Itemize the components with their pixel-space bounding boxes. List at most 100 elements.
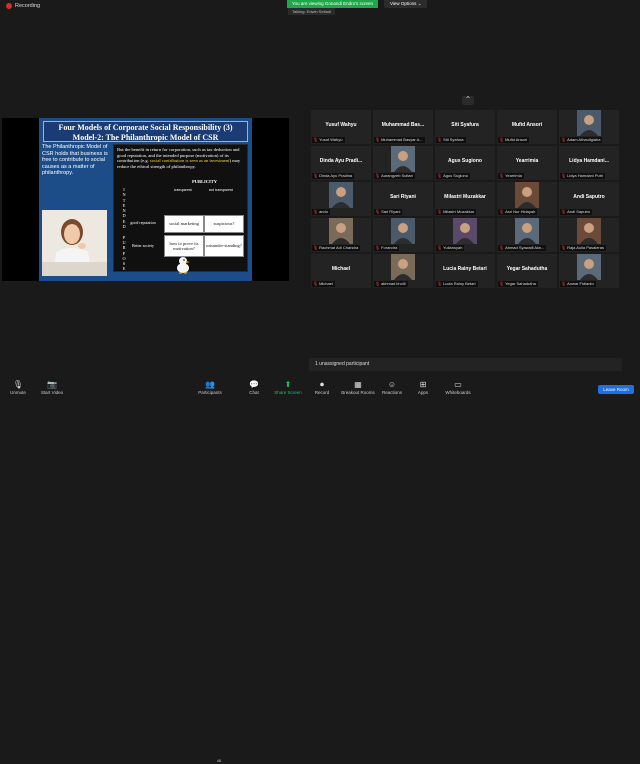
- participant-name: Yegar Sahadutha: [506, 266, 548, 272]
- unmute-label: Unmute: [10, 390, 26, 395]
- participant-label: 🎙 Forandra: [374, 245, 400, 251]
- cell-misunderstanding: misunder-standing?: [204, 235, 244, 257]
- publicity-header: PUBLICITY: [192, 179, 218, 184]
- participant-tile[interactable]: Milastri Muzakkar 🎙 Milastri Muzakkar: [435, 182, 495, 216]
- participant-tile[interactable]: 🎙 Yuliansyah: [435, 218, 495, 252]
- participant-name: Sari Riyani: [390, 194, 416, 200]
- participant-tile[interactable]: 🎙 Asri Nur Hidayah: [497, 182, 557, 216]
- view-options-label: View Options: [390, 1, 417, 6]
- mic-muted-icon: 🎙: [561, 137, 567, 142]
- participant-label-text: Milastri Muzakkar: [443, 209, 475, 214]
- collapse-gallery-button[interactable]: ⌃: [462, 96, 474, 105]
- mic-muted-icon: 🎙: [437, 209, 443, 214]
- mic-muted-icon: 🎙: [499, 209, 505, 214]
- mic-muted-icon: 🎙: [375, 281, 381, 286]
- record-dot-icon: [6, 3, 12, 9]
- participant-label: 🎙 Yearrimia: [498, 173, 524, 179]
- mic-muted-icon: 🎙: [437, 245, 443, 250]
- participant-label: 🎙 Michael: [312, 281, 335, 287]
- participant-tile[interactable]: Yegar Sahadutha 🎙 Yegar Sahadutha: [497, 254, 557, 288]
- participant-tile[interactable]: Lucia Rainy Betari 🎙 Lucia Rainy Betari: [435, 254, 495, 288]
- breakout-rooms-icon: ▦: [354, 380, 362, 389]
- participant-tile[interactable]: 🎙 Forandra: [373, 218, 433, 252]
- participant-tile[interactable]: 🎙 Adam Athaullgiaha: [559, 110, 619, 144]
- participant-name: Michael: [331, 266, 351, 272]
- participant-label-text: Dinda Ayu Pradina: [319, 173, 353, 178]
- reactions-label: Reactions: [381, 390, 402, 395]
- vertical-label-letter: E: [122, 266, 126, 272]
- participant-tile[interactable]: Siti Syafura 🎙 Siti Syafura: [435, 110, 495, 144]
- participant-tile[interactable]: 🎙 Ahmad Syawalli Alw...: [497, 218, 557, 252]
- participants-label: Participants: [198, 390, 222, 395]
- participant-label: 🎙 Sari Riyani: [374, 209, 403, 215]
- participant-label: 🎙 Ahmad Syawalli Alw...: [498, 245, 546, 251]
- participant-label-text: Yuliansyah: [443, 245, 463, 250]
- participants-count: 48: [217, 759, 221, 763]
- mic-muted-icon: 🎙: [437, 137, 443, 142]
- whiteboards-button[interactable]: ▭ Whiteboards: [440, 380, 476, 395]
- participant-name: Yusuf Wahyu: [325, 122, 357, 128]
- participant-label-text: Lidya Hamdani Putri: [567, 173, 604, 178]
- unassigned-participant-banner[interactable]: 1 unassigned participant: [309, 358, 622, 371]
- col-transparent: transparent: [174, 187, 192, 192]
- whiteboards-icon: ▭: [454, 380, 462, 389]
- participant-tile[interactable]: Lidya Hamdani... 🎙 Lidya Hamdani Putri: [559, 146, 619, 180]
- participant-tile[interactable]: Muhammad Bas... 🎙 Muhammad Basyar A...: [373, 110, 433, 144]
- participant-label: 🎙 Anwar Fidianto: [560, 281, 596, 287]
- leave-room-button[interactable]: Leave Room: [598, 385, 634, 394]
- participant-name: Muhammad Bas...: [381, 122, 425, 128]
- participant-tile[interactable]: 🎙 Raja Aulia Pasaleras: [559, 218, 619, 252]
- participant-tile[interactable]: 🎙 akhmad kholil: [373, 254, 433, 288]
- participant-label: 🎙 Aurangzeb Sultan: [374, 173, 415, 179]
- participant-tile[interactable]: 🎙 Aurangzeb Sultan: [373, 146, 433, 180]
- participant-tile[interactable]: Yearrimia 🎙 Yearrimia: [497, 146, 557, 180]
- mic-muted-icon: 🎙: [561, 245, 567, 250]
- participant-video: [515, 218, 539, 244]
- share-screen-button[interactable]: ⬆ Share Screen: [270, 380, 306, 395]
- whiteboards-label: Whiteboards: [445, 390, 471, 395]
- participant-label-text: Adam Athaullgiaha: [567, 137, 601, 142]
- participants-button[interactable]: 👥 Participants: [192, 380, 228, 395]
- slide-right-text: But the benefit in return for corporatio…: [117, 147, 247, 169]
- participant-tile[interactable]: Agus Sugiono 🎙 Agus Sugiono: [435, 146, 495, 180]
- participant-label-text: Lucia Rainy Betari: [443, 281, 476, 286]
- meeting-toolbar: 🎙 Unmute 📷 Start Video 👥 Participants 48…: [0, 378, 640, 763]
- record-button[interactable]: ⏺ Record: [304, 380, 340, 395]
- participant-tile[interactable]: Andi Saputro 🎙 Andi Saputro: [559, 182, 619, 216]
- mic-muted-icon: 🎙: [499, 245, 505, 250]
- slide-right-box: But the benefit in return for corporatio…: [113, 144, 248, 272]
- breakout-rooms-button[interactable]: ▦ Breakout Rooms: [338, 380, 378, 395]
- mic-muted-icon: 🎙: [12, 380, 24, 389]
- mic-muted-icon: 🎙: [313, 281, 319, 286]
- chat-icon: 💬: [249, 380, 259, 389]
- apps-icon: ⊞: [419, 380, 427, 389]
- start-video-label: Start Video: [40, 390, 64, 395]
- participant-tile[interactable]: Mufid Ansori 🎙 Mufid Ansori: [497, 110, 557, 144]
- unmute-button[interactable]: 🎙 Unmute: [0, 380, 36, 395]
- participant-video: [329, 182, 353, 208]
- cell-suspicious: suspicious?: [204, 215, 244, 233]
- participants-icon: 👥: [205, 380, 215, 389]
- participant-name: Siti Syafura: [451, 122, 479, 128]
- participant-label: 🎙 Yuliansyah: [436, 245, 465, 251]
- participant-tile[interactable]: 🎙 ando: [311, 182, 371, 216]
- view-options-button[interactable]: View Options ⌄: [384, 0, 428, 8]
- start-video-button[interactable]: 📷 Start Video: [34, 380, 70, 395]
- participant-label: 🎙 Adam Athaullgiaha: [560, 137, 603, 143]
- participant-label-text: Rachmat Adi Chandra: [319, 245, 359, 250]
- participant-tile[interactable]: Michael 🎙 Michael: [311, 254, 371, 288]
- participant-label-text: Yearrimia: [505, 173, 522, 178]
- participant-video: [453, 218, 477, 244]
- participant-tile[interactable]: Yusuf Wahyu 🎙 Yusuf Wahyu: [311, 110, 371, 144]
- chat-button[interactable]: 💬 Chat: [236, 380, 272, 395]
- participant-tile[interactable]: 🎙 Rachmat Adi Chandra: [311, 218, 371, 252]
- participant-name: Milastri Muzakkar: [444, 194, 486, 200]
- cell-prove-motivation: how to prove its motivation?: [164, 235, 204, 257]
- participant-label: 🎙 ando: [312, 209, 330, 215]
- participant-tile[interactable]: Sari Riyani 🎙 Sari Riyani: [373, 182, 433, 216]
- participant-tile[interactable]: 🎙 Anwar Fidianto: [559, 254, 619, 288]
- apps-button[interactable]: ⊞ Apps: [405, 380, 441, 395]
- record-label: Record: [314, 390, 330, 395]
- participant-name: Mufid Ansori: [511, 122, 543, 128]
- participant-tile[interactable]: Dinda Ayu Pradi... 🎙 Dinda Ayu Pradina: [311, 146, 371, 180]
